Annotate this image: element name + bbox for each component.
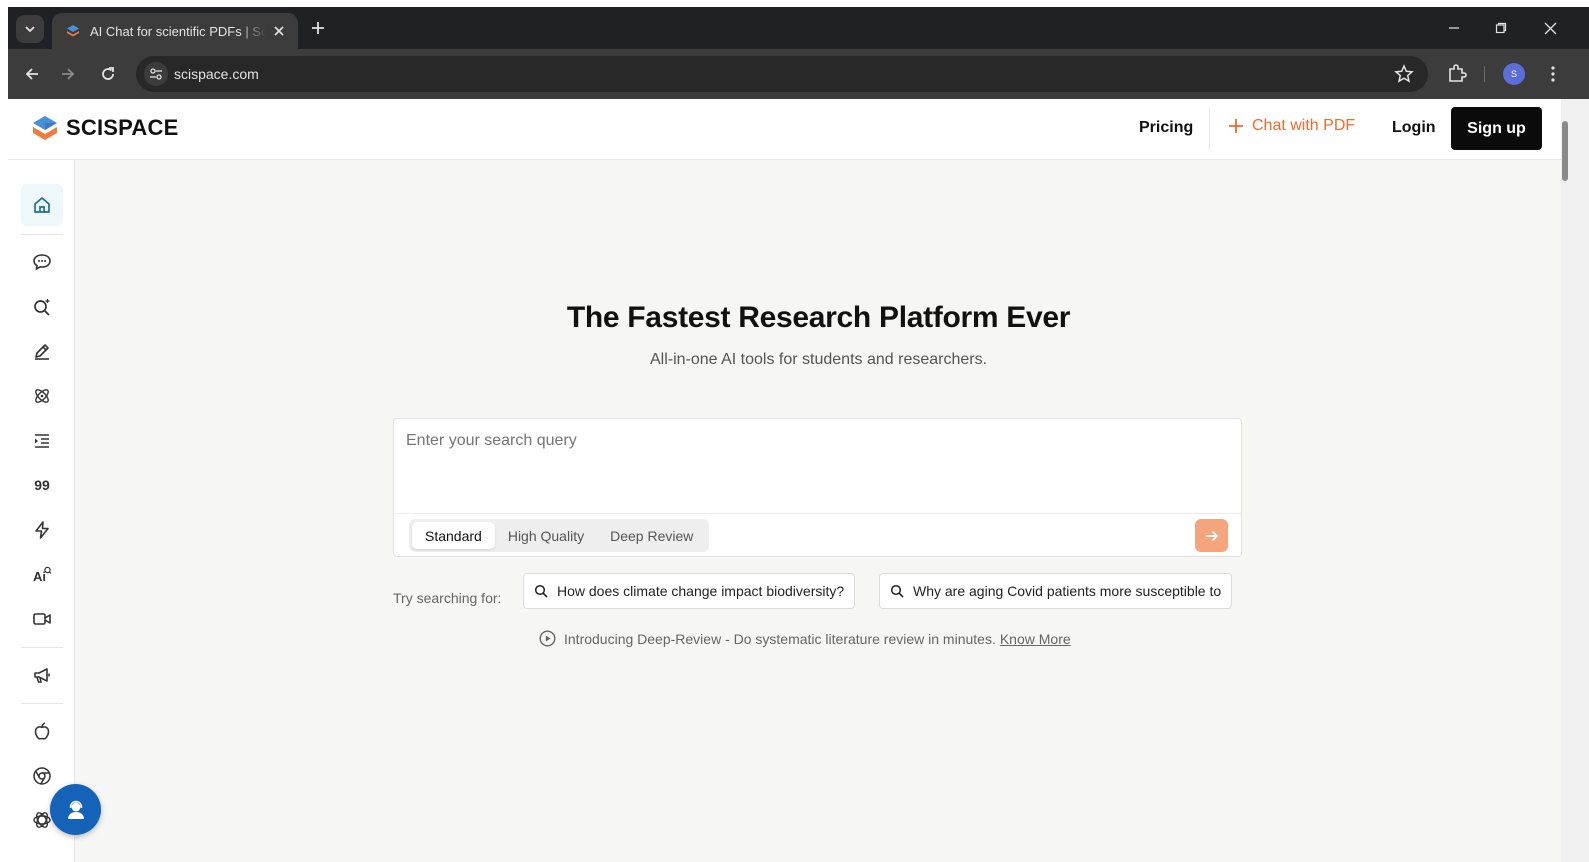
chevron-down-icon — [25, 26, 35, 33]
know-more-link[interactable]: Know More — [1000, 631, 1071, 647]
tab-title: AI Chat for scientific PDFs | SciSpace — [90, 23, 266, 39]
sidebar-divider — [21, 647, 63, 648]
suggestion-text: Why are aging Covid patients more suscep… — [913, 583, 1222, 599]
search-icon — [890, 584, 904, 598]
extensions-puzzle-icon[interactable] — [1446, 62, 1468, 84]
search-panel: Standard High Quality Deep Review — [393, 418, 1242, 557]
list-indent-icon — [35, 434, 49, 448]
sidebar-item-ios-app[interactable] — [21, 710, 63, 752]
video-icon — [33, 613, 51, 625]
login-link[interactable]: Login — [1392, 119, 1436, 137]
citation-icon: 99 — [34, 477, 50, 493]
signup-button[interactable]: Sign up — [1451, 107, 1542, 150]
suggestion-text: How does climate change impact biodivers… — [557, 583, 845, 599]
minimize-icon — [1449, 27, 1459, 29]
browser-window: AI Chat for scientific PDFs | SciSpace — [8, 7, 1589, 862]
sidebar-item-chat[interactable] — [21, 241, 63, 283]
support-chat-button[interactable] — [50, 784, 101, 835]
arrow-right-icon — [1205, 530, 1218, 541]
sidebar-item-ai-detector[interactable]: Ai — [21, 554, 63, 596]
forward-button[interactable] — [56, 62, 80, 86]
scispace-logo-icon — [33, 116, 57, 140]
search-icon — [534, 584, 548, 598]
sidebar-item-quick-tools[interactable] — [21, 509, 63, 551]
page-viewport: SCISPACE Pricing Chat with PDF Login Sig… — [8, 99, 1589, 862]
browser-tab[interactable]: AI Chat for scientific PDFs | SciSpace — [52, 13, 298, 49]
suggestion-chip[interactable]: Why are aging Covid patients more suscep… — [879, 573, 1233, 609]
tab-strip: AI Chat for scientific PDFs | SciSpace — [8, 7, 1589, 49]
site-header: SCISPACE Pricing Chat with PDF Login Sig… — [8, 99, 1561, 160]
sidebar-item-extract[interactable] — [21, 375, 63, 417]
page-title: The Fastest Research Platform Ever — [566, 301, 1071, 334]
ai-detector-icon: Ai — [33, 566, 52, 584]
arrow-right-icon — [62, 68, 75, 80]
pricing-link[interactable]: Pricing — [1139, 119, 1193, 137]
new-tab-button[interactable] — [307, 17, 329, 39]
chat-bubble-icon — [33, 254, 51, 271]
chat-with-pdf-link[interactable]: Chat with PDF — [1228, 117, 1355, 135]
support-agent-icon — [67, 800, 84, 819]
tab-close-button[interactable] — [270, 22, 288, 40]
apple-icon — [34, 722, 50, 740]
reload-icon — [102, 67, 114, 80]
tab-search-button[interactable] — [16, 15, 44, 43]
sidebar-item-home[interactable] — [21, 184, 63, 226]
search-input[interactable] — [394, 419, 1241, 513]
more-vertical-icon — [1551, 66, 1555, 82]
sidebar-divider — [21, 234, 63, 235]
header-divider — [1209, 107, 1210, 150]
arrow-left-icon — [25, 68, 38, 80]
tune-icon — [150, 68, 162, 80]
mode-deep-review-button[interactable]: Deep Review — [597, 522, 706, 549]
announcement-banner: Introducing Deep-Review - Do systematic … — [539, 630, 1071, 647]
toolbar-divider — [1484, 66, 1485, 82]
address-bar[interactable]: scispace.com — [136, 56, 1428, 92]
plus-icon — [312, 22, 324, 34]
sidebar-item-paraphraser[interactable] — [21, 420, 63, 462]
logo-text: SCISPACE — [66, 115, 179, 140]
site-info-button[interactable] — [144, 62, 168, 86]
scispace-favicon-icon — [67, 25, 79, 37]
announcement-text: Introducing Deep-Review - Do systematic … — [564, 630, 996, 647]
submit-search-button[interactable] — [1195, 519, 1228, 552]
megaphone-icon — [34, 668, 50, 683]
profile-avatar[interactable]: S — [1503, 63, 1525, 85]
page-scrollbar[interactable] — [1561, 99, 1589, 862]
search-mode-toggle: Standard High Quality Deep Review — [409, 519, 710, 552]
chat-with-pdf-label: Chat with PDF — [1252, 117, 1356, 134]
minimize-button[interactable] — [1442, 17, 1466, 39]
scrollbar-thumb[interactable] — [1562, 121, 1568, 181]
reload-button[interactable] — [96, 62, 120, 86]
close-icon — [274, 26, 284, 36]
back-button[interactable] — [20, 62, 44, 86]
sidebar-item-citation-generator[interactable]: 99 — [21, 464, 63, 506]
sidebar-item-announcements[interactable] — [21, 654, 63, 696]
play-circle-icon — [539, 630, 556, 647]
browser-toolbar: scispace.com S — [8, 49, 1589, 99]
suggestions-label: Try searching for: — [393, 590, 502, 606]
search-options-bar: Standard High Quality Deep Review — [394, 513, 1241, 556]
close-window-button[interactable] — [1538, 17, 1562, 39]
mode-high-quality-button[interactable]: High Quality — [495, 522, 597, 549]
atom-icon — [35, 389, 49, 403]
tools-sidebar: 99 Ai — [8, 160, 75, 862]
restore-icon — [1495, 22, 1507, 34]
browser-menu-button[interactable] — [1543, 62, 1563, 86]
bookmark-star-icon[interactable] — [1394, 64, 1414, 84]
lightning-icon — [35, 521, 49, 539]
plus-icon — [1229, 119, 1243, 133]
suggestion-chip[interactable]: How does climate change impact biodivers… — [523, 573, 856, 609]
sidebar-item-video[interactable] — [21, 598, 63, 640]
url-text: scispace.com — [174, 66, 259, 82]
scispace-logo[interactable]: SCISPACE — [32, 114, 178, 142]
close-icon — [1544, 22, 1556, 34]
svg-text:Ai: Ai — [33, 569, 46, 584]
restore-button[interactable] — [1489, 17, 1513, 39]
chrome-icon — [33, 767, 51, 785]
sidebar-divider — [21, 703, 63, 704]
page-subtitle: All-in-one AI tools for students and res… — [649, 351, 988, 368]
home-icon — [34, 197, 50, 213]
suggestion-chips: How does climate change impact biodivers… — [523, 573, 1242, 611]
mode-standard-button[interactable]: Standard — [412, 522, 495, 549]
